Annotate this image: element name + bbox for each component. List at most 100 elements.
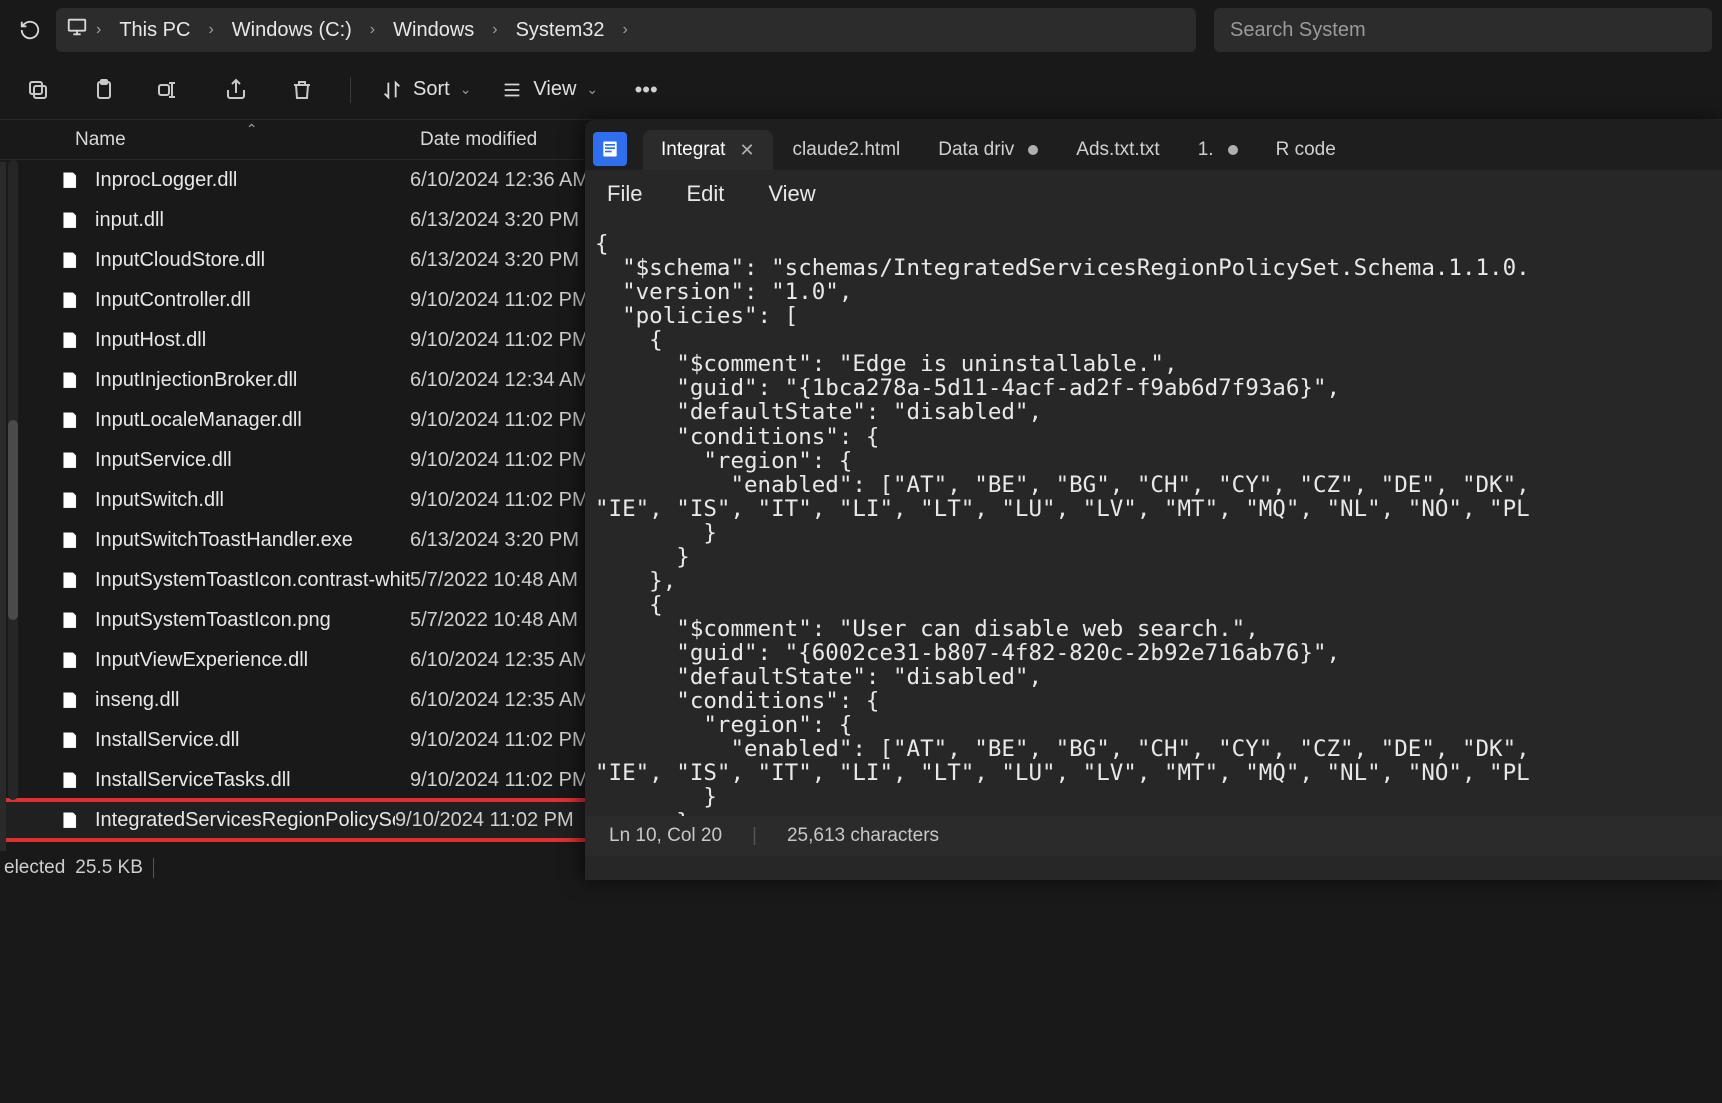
- notepad-editor[interactable]: { "$schema": "schemas/IntegratedServices…: [585, 218, 1722, 816]
- view-button[interactable]: View ⌄: [501, 78, 598, 101]
- notepad-tab[interactable]: Integrat✕: [643, 130, 773, 170]
- file-date: 6/10/2024 12:36 AM: [410, 169, 610, 192]
- file-name: IntegratedServicesRegionPolicySet.json: [95, 809, 395, 832]
- separator: [350, 77, 351, 103]
- chevron-right-icon[interactable]: ›: [619, 15, 632, 45]
- separator: [153, 858, 154, 878]
- file-name: InputSystemToastIcon.png: [95, 609, 410, 632]
- status-char-count: 25,613 characters: [787, 825, 939, 847]
- file-date: 6/13/2024 3:20 PM: [410, 209, 610, 232]
- file-icon: 📄: [55, 292, 85, 309]
- crumb-system32[interactable]: System32: [506, 13, 615, 48]
- file-date: 6/10/2024 12:35 AM: [410, 649, 610, 672]
- status-cursor-pos: Ln 10, Col 20: [609, 825, 722, 847]
- menu-file[interactable]: File: [607, 181, 642, 207]
- rename-icon: [157, 78, 183, 102]
- crumb-drive-c[interactable]: Windows (C:): [222, 13, 362, 48]
- file-name: InputSwitchToastHandler.exe: [95, 529, 410, 552]
- status-selected: elected: [4, 857, 65, 879]
- notepad-tab[interactable]: Ads.txt.txt: [1058, 130, 1177, 170]
- address-bar: › This PC › Windows (C:) › Windows › Sys…: [0, 0, 1722, 60]
- file-icon: 📄: [55, 492, 85, 509]
- more-button[interactable]: •••: [628, 72, 664, 108]
- file-icon: 📄: [55, 612, 85, 629]
- sort-label: Sort: [413, 78, 450, 101]
- tab-label: Ads.txt.txt: [1076, 139, 1159, 161]
- sort-button[interactable]: Sort ⌄: [381, 78, 471, 101]
- file-name: InstallServiceTasks.dll: [95, 769, 410, 792]
- file-name: InputHost.dll: [95, 329, 410, 352]
- file-icon: 📄: [55, 172, 85, 189]
- file-icon: 📄: [55, 772, 85, 789]
- search-input[interactable]: Search System: [1214, 8, 1712, 52]
- refresh-button[interactable]: [10, 10, 50, 50]
- file-name: InstallService.dll: [95, 729, 410, 752]
- file-icon: 📄: [55, 452, 85, 469]
- file-name: InputSystemToastIcon.contrast-white.png: [95, 569, 410, 592]
- status-size: 25.5 KB: [75, 857, 143, 879]
- notepad-tab[interactable]: claude2.html: [775, 130, 919, 170]
- copy-button[interactable]: [20, 72, 56, 108]
- scrollbar-thumb[interactable]: [8, 420, 18, 620]
- chevron-right-icon[interactable]: ›: [488, 15, 501, 45]
- file-date: 9/10/2024 11:02 PM: [410, 449, 610, 472]
- crumb-windows[interactable]: Windows: [383, 13, 484, 48]
- sort-icon: [381, 79, 403, 101]
- nav-pane-edge[interactable]: [0, 162, 6, 852]
- file-date: 9/10/2024 11:02 PM: [410, 729, 610, 752]
- notepad-tab[interactable]: 1.: [1180, 130, 1256, 170]
- notepad-menu: File Edit View: [585, 170, 1722, 218]
- file-date: 9/10/2024 11:02 PM: [410, 329, 610, 352]
- paste-button[interactable]: [86, 72, 122, 108]
- toolbar: Sort ⌄ View ⌄ •••: [0, 60, 1722, 120]
- copy-icon: [26, 78, 50, 102]
- file-date: 6/13/2024 3:20 PM: [410, 249, 610, 272]
- close-icon[interactable]: ✕: [739, 140, 754, 161]
- chevron-right-icon[interactable]: ›: [92, 15, 105, 45]
- file-icon: 📄: [55, 812, 85, 829]
- column-date-modified[interactable]: Date modified: [410, 129, 610, 151]
- crumb-this-pc[interactable]: This PC: [109, 13, 200, 48]
- chevron-right-icon[interactable]: ›: [204, 15, 217, 45]
- file-date: 5/7/2022 10:48 AM: [410, 569, 610, 592]
- explorer-status-bar: elected 25.5 KB: [0, 851, 585, 885]
- tab-label: claude2.html: [793, 139, 901, 161]
- notepad-tab[interactable]: R code: [1258, 130, 1354, 170]
- file-name: InputService.dll: [95, 449, 410, 472]
- share-button[interactable]: [218, 72, 254, 108]
- file-date: 6/10/2024 12:35 AM: [410, 689, 610, 712]
- file-icon: 📄: [55, 252, 85, 269]
- file-name: InprocLogger.dll: [95, 169, 410, 192]
- delete-button[interactable]: [284, 72, 320, 108]
- refresh-icon: [19, 19, 41, 41]
- file-date: 9/10/2024 11:02 PM: [410, 409, 610, 432]
- menu-view[interactable]: View: [768, 181, 815, 207]
- notepad-app-icon: [593, 132, 627, 166]
- monitor-icon: [66, 16, 88, 44]
- ellipsis-icon: •••: [635, 77, 658, 103]
- file-icon: 📄: [55, 572, 85, 589]
- column-name[interactable]: Name: [75, 129, 126, 151]
- sort-asc-icon: ⌃: [246, 121, 258, 138]
- modified-dot-icon: [1228, 145, 1238, 155]
- file-icon: 📄: [55, 692, 85, 709]
- notepad-tab[interactable]: Data driv: [920, 130, 1056, 170]
- chevron-down-icon: ⌄: [586, 81, 598, 98]
- chevron-right-icon[interactable]: ›: [366, 15, 379, 45]
- breadcrumb[interactable]: › This PC › Windows (C:) › Windows › Sys…: [56, 8, 1196, 52]
- separator: |: [752, 825, 757, 847]
- rename-button[interactable]: [152, 72, 188, 108]
- file-icon: 📄: [55, 372, 85, 389]
- file-icon: 📄: [55, 412, 85, 429]
- tab-label: Data driv: [938, 139, 1014, 161]
- file-icon: 📄: [55, 532, 85, 549]
- search-placeholder: Search System: [1230, 19, 1366, 42]
- file-date: 6/10/2024 12:34 AM: [410, 369, 610, 392]
- menu-edit[interactable]: Edit: [686, 181, 724, 207]
- file-name: InputController.dll: [95, 289, 410, 312]
- file-icon: 📄: [55, 212, 85, 229]
- view-icon: [501, 79, 523, 101]
- file-date: 9/10/2024 11:02 PM: [395, 809, 595, 832]
- notepad-status-bar: Ln 10, Col 20 | 25,613 characters: [585, 816, 1722, 856]
- file-date: 9/10/2024 11:02 PM: [410, 769, 610, 792]
